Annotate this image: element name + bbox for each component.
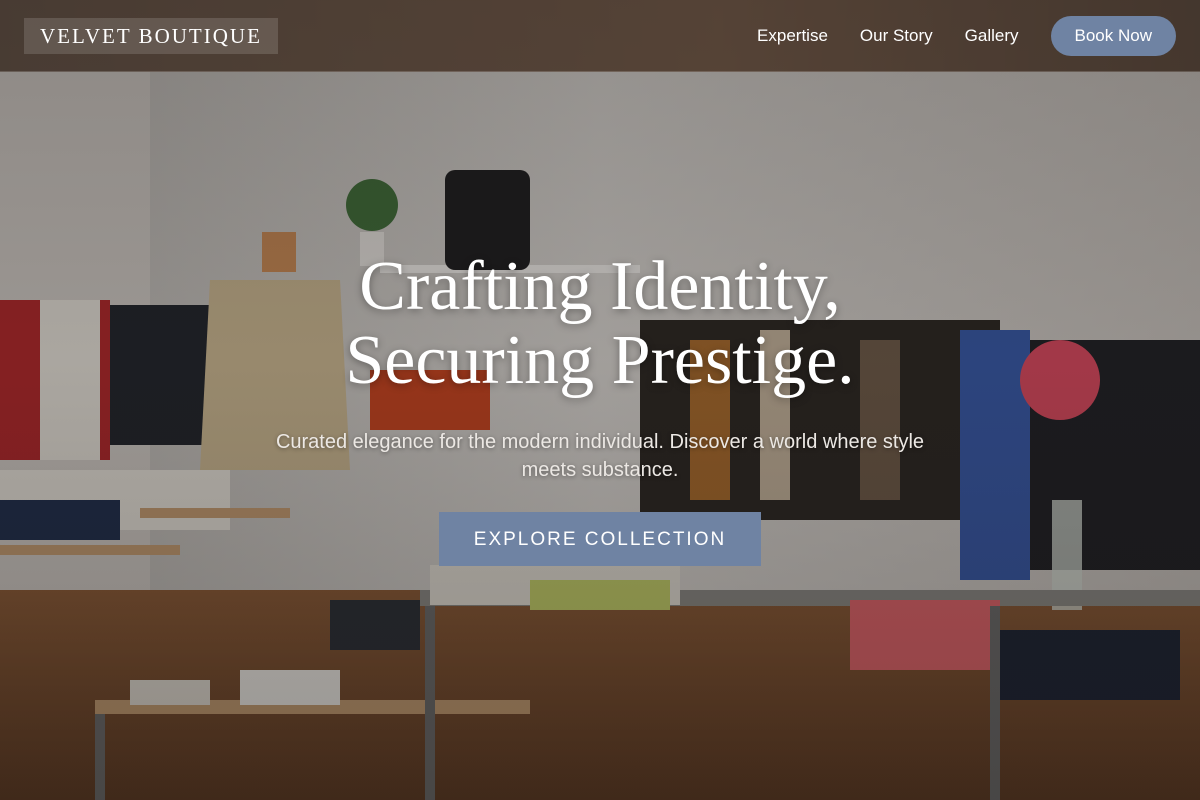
nav-link-expertise[interactable]: Expertise [757,26,828,46]
nav-links: Expertise Our Story Gallery Book Now [757,16,1176,56]
book-now-button[interactable]: Book Now [1050,16,1176,56]
hero-section: Crafting Identity, Securing Prestige. Cu… [0,250,1200,566]
page: VELVET BOUTIQUE Expertise Our Story Gall… [0,0,1200,800]
explore-collection-button[interactable]: EXPLORE COLLECTION [439,512,761,566]
hero-subtitle: Curated elegance for the modern individu… [275,431,925,481]
hero-title-line-1: Crafting Identity, [359,248,841,325]
nav-link-our-story[interactable]: Our Story [860,26,933,46]
brand-logo[interactable]: VELVET BOUTIQUE [24,18,278,54]
nav-link-gallery[interactable]: Gallery [965,26,1019,46]
hero-title: Crafting Identity, Securing Prestige. [0,250,1200,398]
hero-title-line-2: Securing Prestige. [345,322,855,399]
top-navbar: VELVET BOUTIQUE Expertise Our Story Gall… [0,0,1200,72]
